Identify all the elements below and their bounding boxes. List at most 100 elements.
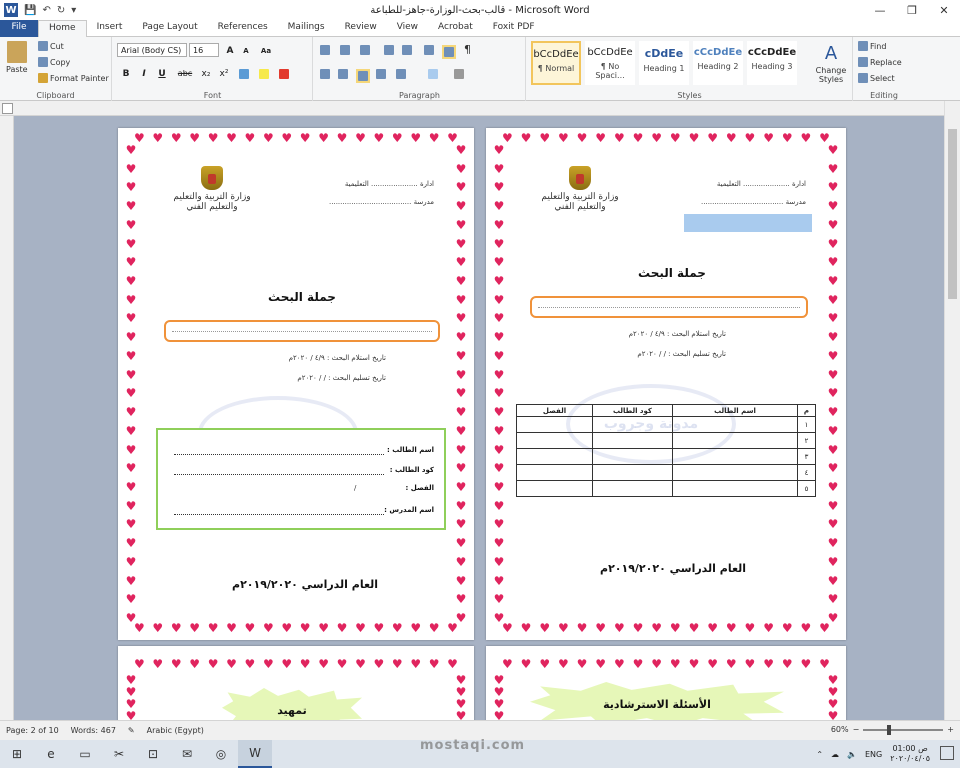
snipping-icon[interactable]: ✂ — [102, 740, 136, 768]
multilevel-list-button[interactable] — [360, 45, 370, 55]
underline-button[interactable]: U — [155, 67, 169, 81]
title-input-box[interactable] — [530, 296, 808, 318]
title-input-box[interactable] — [164, 320, 440, 342]
clock[interactable]: 01:00 ص ٢٠٢٠/٠٤/٠٥ — [890, 744, 930, 764]
tray-chevron-icon[interactable]: ⌃ — [816, 750, 823, 759]
vertical-ruler[interactable] — [0, 116, 14, 720]
shrink-font-button[interactable]: A — [239, 44, 253, 58]
scrollbar-thumb[interactable] — [948, 129, 957, 299]
word-app-icon[interactable]: W — [4, 3, 18, 17]
table-row[interactable]: ١ — [516, 416, 816, 433]
table-row[interactable]: ٥ — [516, 480, 816, 497]
borders-button[interactable] — [454, 69, 464, 79]
mail-icon[interactable]: ✉ — [170, 740, 204, 768]
table-cell[interactable] — [592, 416, 673, 433]
style-heading-2[interactable]: cCcDdEe Heading 2 — [693, 41, 743, 85]
page-left-lower[interactable]: ♥ ♥ ♥ ♥ ♥ ♥ ♥ ♥ ♥ ♥ ♥ ♥ ♥ ♥ ♥ ♥ ♥ ♥ ♥ ♥ ♥ ♥ ♥ ♥ ♥ ♥ تمهيد — [118, 646, 474, 720]
paste-button[interactable]: Paste — [6, 41, 28, 74]
restore-button[interactable]: ❐ — [896, 0, 928, 20]
students-table[interactable]: م اسم الطالب كود الطالب الفصل ١ ٢ ٣ ٤ ٥ — [516, 404, 816, 497]
grow-font-button[interactable]: A — [223, 44, 237, 58]
align-left-button[interactable] — [320, 69, 330, 79]
table-cell[interactable] — [516, 432, 593, 449]
font-size-select[interactable]: 16 — [189, 43, 219, 57]
style-normal[interactable]: bCcDdEe ¶ Normal — [531, 41, 581, 85]
chrome-icon[interactable]: ◎ — [204, 740, 238, 768]
change-case-button[interactable]: Aa — [259, 44, 273, 58]
zoom-out-icon[interactable]: − — [853, 725, 860, 734]
file-explorer-icon[interactable]: ▭ — [68, 740, 102, 768]
notifications-icon[interactable] — [940, 746, 954, 760]
table-cell[interactable] — [672, 464, 798, 481]
tab-references[interactable]: References — [208, 20, 278, 37]
style-heading-1[interactable]: cDdEe Heading 1 — [639, 41, 689, 85]
word-count[interactable]: Words: 467 — [65, 726, 122, 735]
table-cell[interactable] — [592, 464, 673, 481]
tab-review[interactable]: Review — [335, 20, 387, 37]
bold-button[interactable]: B — [119, 67, 133, 81]
rtl-button[interactable] — [442, 45, 456, 59]
text-effects-button[interactable] — [239, 69, 249, 79]
strikethrough-button[interactable]: abc — [175, 67, 195, 81]
table-cell[interactable] — [592, 480, 673, 497]
style-no-spacing[interactable]: bCcDdEe ¶ No Spaci... — [585, 41, 635, 85]
shading-button[interactable] — [428, 69, 438, 79]
copy-button[interactable]: Copy — [38, 57, 70, 67]
page-count[interactable]: Page: 2 of 10 — [0, 726, 65, 735]
undo-icon[interactable]: ↶ — [42, 5, 50, 16]
tab-foxit-pdf[interactable]: Foxit PDF — [483, 20, 545, 37]
italic-button[interactable]: I — [137, 67, 151, 81]
select-button[interactable]: Select — [858, 73, 895, 83]
tab-insert[interactable]: Insert — [87, 20, 133, 37]
find-button[interactable]: Find — [858, 41, 886, 51]
justify-button[interactable] — [376, 69, 386, 79]
table-row[interactable]: ٤ — [516, 464, 816, 481]
start-icon[interactable]: ⊞ — [0, 740, 34, 768]
style-heading-3[interactable]: cCcDdEe Heading 3 — [747, 41, 797, 85]
tab-file[interactable]: File — [0, 20, 38, 37]
table-cell[interactable] — [592, 432, 673, 449]
show-marks-button[interactable]: ¶ — [464, 43, 471, 56]
tab-page-layout[interactable]: Page Layout — [132, 20, 207, 37]
tab-selector[interactable] — [2, 103, 13, 114]
table-cell[interactable] — [592, 448, 673, 465]
decrease-indent-button[interactable] — [384, 45, 394, 55]
document-area[interactable]: ♥ ♥ ♥ ♥ ♥ ♥ ♥ ♥ ♥ ♥ ♥ ♥ ♥ ♥ ♥ ♥ ♥ ♥ ♥ ♥ ♥ ♥ ♥ ♥ ♥ ♥ ♥ ♥ ♥ ♥ ♥ ♥ ♥ ♥ ♥ ♥ ♥ ♥… — [14, 116, 944, 720]
page-right[interactable]: ♥ ♥ ♥ ♥ ♥ ♥ ♥ ♥ ♥ ♥ ♥ ♥ ♥ ♥ ♥ ♥ ♥ ♥ ♥ ♥ ♥ ♥ ♥ ♥ ♥ ♥ ♥ ♥ ♥ ♥ ♥ ♥ ♥ ♥ ♥ ♥ ♥ ♥… — [486, 128, 846, 640]
table-cell[interactable] — [672, 416, 798, 433]
table-cell[interactable] — [516, 448, 593, 465]
save-icon[interactable]: 💾 — [24, 5, 36, 16]
table-cell[interactable] — [516, 464, 593, 481]
tab-home[interactable]: Home — [38, 20, 87, 37]
cut-button[interactable]: Cut — [38, 41, 64, 51]
close-button[interactable]: ✕ — [928, 0, 960, 20]
table-cell[interactable] — [672, 448, 798, 465]
align-right-button[interactable] — [356, 69, 370, 83]
tab-acrobat[interactable]: Acrobat — [428, 20, 483, 37]
word-taskbar-icon[interactable]: W — [238, 740, 272, 768]
volume-icon[interactable]: 🔈 — [847, 750, 857, 759]
table-cell[interactable] — [516, 416, 593, 433]
change-styles-button[interactable]: A Change Styles — [813, 43, 849, 84]
page-left[interactable]: ♥ ♥ ♥ ♥ ♥ ♥ ♥ ♥ ♥ ♥ ♥ ♥ ♥ ♥ ♥ ♥ ♥ ♥ ♥ ♥ ♥ ♥ ♥ ♥ ♥ ♥ ♥ ♥ ♥ ♥ ♥ ♥ ♥ ♥ ♥ ♥ ♥ ♥… — [118, 128, 474, 640]
table-cell[interactable] — [516, 480, 593, 497]
vertical-scrollbar[interactable] — [944, 101, 960, 720]
edge-icon[interactable]: e — [34, 740, 68, 768]
numbering-button[interactable] — [340, 45, 350, 55]
replace-button[interactable]: Replace — [858, 57, 902, 67]
proofing-icon[interactable]: ✎ — [122, 726, 141, 735]
highlight-button[interactable] — [259, 69, 269, 79]
language-indicator[interactable]: Arabic (Egypt) — [141, 726, 210, 735]
customize-qat-icon[interactable]: ▾ — [71, 5, 76, 16]
redo-icon[interactable]: ↻ — [57, 5, 65, 16]
zoom-slider[interactable] — [863, 724, 944, 735]
align-center-button[interactable] — [338, 69, 348, 79]
highlighted-field[interactable] — [684, 214, 812, 232]
page-right-lower[interactable]: ♥ ♥ ♥ ♥ ♥ ♥ ♥ ♥ ♥ ♥ ♥ ♥ ♥ ♥ ♥ ♥ ♥ ♥ ♥ ♥ ♥ ♥ ♥ ♥ ♥ ♥ الأسئلة الا… — [486, 646, 846, 720]
zoom-slider-knob[interactable] — [887, 724, 892, 735]
cloud-icon[interactable]: ☁ — [831, 750, 839, 759]
tab-mailings[interactable]: Mailings — [278, 20, 335, 37]
store-icon[interactable]: ⊡ — [136, 740, 170, 768]
subscript-button[interactable]: x₂ — [199, 67, 213, 81]
minimize-button[interactable]: — — [864, 0, 896, 20]
